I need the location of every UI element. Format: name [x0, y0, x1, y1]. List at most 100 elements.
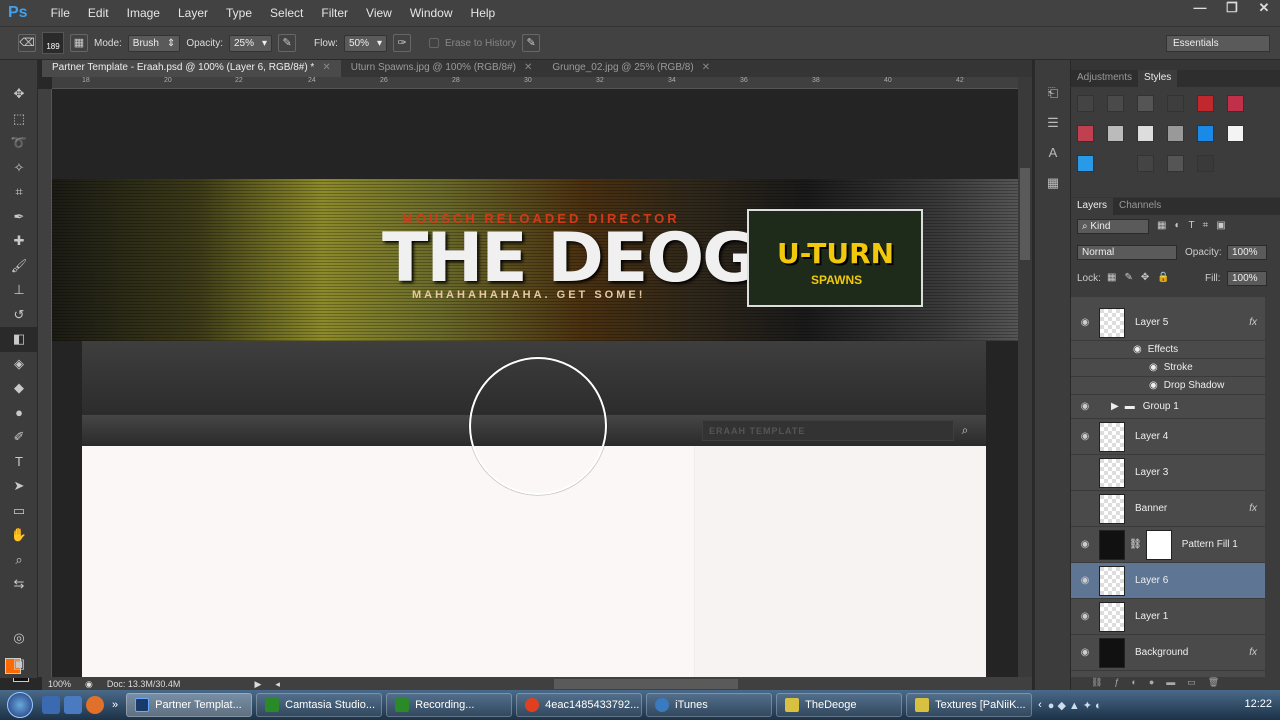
style-swatch[interactable] [1197, 95, 1214, 112]
chevron-right-icon[interactable]: » [112, 699, 118, 711]
eye-icon[interactable]: ◉ [1149, 362, 1158, 373]
menu-view[interactable]: View [357, 6, 401, 20]
airbrush-icon[interactable]: ✑ [393, 34, 411, 52]
style-swatch[interactable] [1137, 155, 1154, 172]
eraser-tool-preset-icon[interactable]: ⌫ [18, 34, 36, 52]
filter-icons[interactable]: ▦◐T⌗▣ [1157, 220, 1234, 231]
history-brush-tool-icon[interactable]: ↺ [0, 303, 38, 328]
document-canvas[interactable]: MOUSCH RELOADED DIRECTOR THE DEOGE MAHAH… [52, 89, 1018, 677]
type-tool-icon[interactable]: T [0, 450, 38, 475]
minimize-button[interactable]: — [1184, 0, 1216, 20]
link-icon[interactable]: ⛓ [1129, 539, 1142, 550]
tab-uturn-spawns[interactable]: Uturn Spawns.jpg @ 100% (RGB/8#) ✕ [340, 60, 543, 77]
tab-layers[interactable]: Layers [1071, 198, 1114, 215]
system-tray-icons[interactable]: ●◆▲✦◐ [1048, 699, 1105, 712]
marquee-tool-icon[interactable]: ⬚ [0, 107, 38, 132]
rectangle-tool-icon[interactable]: ▭ [0, 499, 38, 524]
start-button[interactable] [0, 690, 40, 720]
menu-select[interactable]: Select [261, 6, 312, 20]
paint-bucket-tool-icon[interactable]: ◈ [0, 352, 38, 377]
style-swatch[interactable] [1137, 125, 1154, 142]
pen-tool-icon[interactable]: ✐ [0, 425, 38, 450]
layer-row-layer-3[interactable]: Layer 3 [1071, 455, 1265, 491]
taskbar-item-camtasia[interactable]: Camtasia Studio... [256, 693, 383, 717]
close-icon[interactable]: ✕ [702, 62, 710, 73]
style-swatch[interactable] [1077, 155, 1094, 172]
style-swatch[interactable] [1167, 95, 1184, 112]
blend-mode-select[interactable]: Normal [1077, 245, 1177, 260]
style-swatch[interactable] [1197, 155, 1214, 172]
visibility-eye-icon[interactable]: ◉ [1071, 611, 1099, 622]
menu-help[interactable]: Help [462, 6, 505, 20]
menu-filter[interactable]: Filter [312, 6, 357, 20]
menu-layer[interactable]: Layer [169, 6, 217, 20]
eraser-tool-icon[interactable]: ◧ [0, 327, 38, 352]
layers-footer-icons[interactable]: ⛓ƒ◐●▬▭🗑 [1071, 677, 1280, 690]
blur-tool-icon[interactable]: ◆ [0, 376, 38, 401]
fill-field[interactable]: 100% [1227, 271, 1267, 286]
hand-tool-icon[interactable]: ✋ [0, 523, 38, 548]
layer-opacity-field[interactable]: 100% [1227, 245, 1267, 260]
ruler-horizontal[interactable]: 18 20 22 24 26 28 30 32 34 36 38 40 42 [52, 77, 1018, 89]
quick-mask-icon[interactable]: ◎ [0, 626, 38, 651]
workspace-select[interactable]: Essentials [1166, 35, 1270, 52]
style-swatch[interactable] [1227, 125, 1244, 142]
taskbar-item-chrome[interactable]: 4eac1485433792... [516, 693, 643, 717]
style-swatch[interactable] [1077, 125, 1094, 142]
layer-row-banner[interactable]: Banner fx [1071, 491, 1265, 527]
visibility-eye-icon[interactable]: ◉ [1071, 317, 1099, 328]
horizontal-scroll-thumb[interactable] [554, 679, 738, 689]
tab-adjustments[interactable]: Adjustments [1071, 70, 1138, 87]
character-panel-icon[interactable]: A [1035, 138, 1071, 168]
layer-row-layer-4[interactable]: ◉ Layer 4 [1071, 419, 1265, 455]
style-swatch[interactable] [1227, 95, 1244, 112]
erase-history-checkbox[interactable] [429, 38, 439, 48]
ruler-vertical[interactable] [38, 89, 52, 677]
mode-select[interactable]: Brush ⇕ [127, 34, 181, 52]
visibility-eye-icon[interactable]: ◉ [1071, 431, 1099, 442]
fx-icon[interactable]: fx [1249, 317, 1257, 328]
play-arrow-icon[interactable]: ▶ [254, 679, 261, 690]
menu-edit[interactable]: Edit [79, 6, 118, 20]
taskbar-item-textures[interactable]: Textures [PaNiiK... [906, 693, 1033, 717]
tab-grunge[interactable]: Grunge_02.jpg @ 25% (RGB/8) ✕ [542, 60, 721, 77]
visibility-eye-icon[interactable]: ◉ [1071, 539, 1099, 550]
close-icon[interactable]: ✕ [322, 62, 330, 73]
healing-brush-tool-icon[interactable]: ✚ [0, 229, 38, 254]
tab-partner-template[interactable]: Partner Template - Eraah.psd @ 100% (Lay… [42, 60, 341, 77]
style-swatch[interactable] [1137, 95, 1154, 112]
taskbar-item-photoshop[interactable]: Partner Templat... [126, 693, 253, 717]
menu-file[interactable]: File [42, 6, 79, 20]
firefox-icon[interactable] [86, 696, 104, 714]
visibility-eye-icon[interactable]: ◉ [1071, 575, 1099, 586]
style-swatch[interactable] [1167, 155, 1184, 172]
layers-scrollbar[interactable] [1265, 297, 1280, 677]
zoom-tool-icon[interactable]: ⌕ [0, 548, 38, 573]
eye-icon[interactable]: ◉ [1149, 380, 1158, 391]
move-tool-icon[interactable]: ✥ [0, 82, 38, 107]
taskbar-item-thedeoge[interactable]: TheDeoge [776, 693, 903, 717]
fx-icon[interactable]: fx [1249, 647, 1257, 658]
style-swatch[interactable] [1077, 95, 1094, 112]
status-icon[interactable]: ◉ [85, 679, 93, 690]
zoom-level[interactable]: 100% [48, 679, 71, 689]
swap-colors-icon[interactable]: ⇆ [0, 572, 38, 597]
taskbar-item-itunes[interactable]: iTunes [646, 693, 773, 717]
lasso-tool-icon[interactable]: ➰ [0, 131, 38, 156]
dodge-tool-icon[interactable]: ● [0, 401, 38, 426]
crop-tool-icon[interactable]: ⌗ [0, 180, 38, 205]
show-desktop-icon[interactable] [42, 696, 60, 714]
layer-row-layer-1[interactable]: ◉ Layer 1 [1071, 599, 1265, 635]
layer-effect-stroke[interactable]: ◉ Stroke [1071, 359, 1265, 377]
clone-stamp-tool-icon[interactable]: ⊥ [0, 278, 38, 303]
close-button[interactable]: ✕ [1248, 0, 1280, 20]
eyedropper-tool-icon[interactable]: ✒ [0, 205, 38, 230]
magic-wand-tool-icon[interactable]: ✧ [0, 156, 38, 181]
vertical-scroll-thumb[interactable] [1020, 168, 1030, 260]
pressure-size-icon[interactable]: ✎ [522, 34, 541, 52]
paragraph-panel-icon[interactable]: ▦ [1035, 168, 1071, 198]
tray-expand-icon[interactable]: ‹ [1038, 699, 1042, 711]
layer-row-pattern-fill-1[interactable]: ◉ ⛓ Pattern Fill 1 [1071, 527, 1265, 563]
scroll-left-icon[interactable]: ◂ [275, 679, 280, 690]
eye-icon[interactable]: ◉ [1133, 344, 1142, 355]
